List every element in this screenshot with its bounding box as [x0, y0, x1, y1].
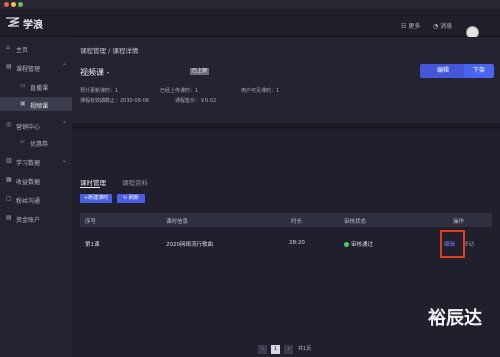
sidebar-item-funds-account[interactable]: ▤ 资金账户: [0, 211, 72, 225]
tab-course-materials[interactable]: 课程资料: [122, 177, 148, 187]
sidebar-item-label: 主页: [16, 47, 29, 54]
app-name: 学浪: [23, 20, 43, 31]
grid-icon: ☷: [401, 23, 407, 30]
sidebar-item-fans-chat[interactable]: ▢ 粉丝沟通: [0, 192, 72, 206]
uploaded-lessons: 已经上传课时：1: [160, 88, 199, 94]
chevron-up-icon: ⌃: [62, 63, 68, 70]
status-ok-icon: [344, 241, 349, 247]
sidebar-item-label: 资金账户: [16, 217, 41, 224]
tab-lesson-management[interactable]: 课时管理: [80, 177, 106, 187]
wallet-icon: ▤: [6, 214, 12, 221]
sidebar-item-label: 课程管理: [16, 66, 41, 73]
sidebar-item-video-course[interactable]: ▣ 视频课: [0, 97, 72, 111]
sidebar-item-live-course[interactable]: ▭ 直播课: [0, 79, 72, 93]
column-header: 操作: [453, 219, 465, 225]
chevron-up-icon: ⌃: [62, 121, 68, 128]
refresh-button[interactable]: ↻ 刷新: [117, 194, 145, 203]
course-price: 课程售价：￥0.02: [175, 98, 217, 104]
messages-menu[interactable]: ◔ 消息: [433, 21, 452, 30]
visible-lessons: 用户可见课时：1: [241, 88, 280, 94]
income-icon: ▦: [6, 176, 12, 183]
video-icon: ▭: [20, 82, 26, 89]
unpublish-button[interactable]: 下架: [464, 64, 494, 78]
chevron-down-icon: ⌄: [62, 157, 68, 164]
valid-until: 课程有效期截止：2030-06-06: [80, 98, 150, 104]
lesson-index: 第1课: [85, 242, 100, 248]
marketing-icon: ◎: [6, 121, 12, 128]
status-label: 审核通过: [351, 242, 374, 248]
window-minimize-button[interactable]: [11, 2, 16, 7]
breadcrumb: 课程管理 / 课程详情: [80, 47, 139, 55]
sidebar-item-label: 视频课: [30, 103, 49, 110]
messages-label: 消息: [440, 23, 453, 30]
page-number-current[interactable]: 1: [271, 345, 280, 354]
sidebar-item-label: 粉丝沟通: [16, 198, 41, 205]
course-info-card: 课程管理 / 课程详情 视频课 - 已上架 编辑 下架 预计更新课时：1 已经上…: [72, 37, 500, 123]
table-header: 序号 课时信息 时长 审核状态 操作: [80, 213, 492, 227]
logo-icon: [6, 17, 20, 27]
more-menu[interactable]: ☷ 更多: [401, 21, 420, 30]
table-row: 第1课 2020网络流行歌曲 28:20 审核通过 编辑 移动: [80, 229, 492, 259]
more-label: 更多: [408, 23, 421, 30]
lesson-duration: 28:20: [289, 240, 305, 246]
coupon-icon: ▱: [20, 138, 25, 145]
sidebar-item-label: 收益数据: [16, 179, 41, 186]
new-lesson-button[interactable]: +新建课时: [80, 194, 112, 203]
next-page-button[interactable]: ›: [284, 345, 293, 354]
sidebar-item-label: 直播课: [30, 85, 49, 92]
tab-active-indicator: [80, 187, 100, 188]
home-icon: ⌂: [6, 44, 10, 51]
sidebar-item-home[interactable]: ⌂ 主页: [0, 41, 72, 55]
total-pages: 共1页: [298, 346, 312, 352]
expected-lessons: 预计更新课时：1: [80, 88, 119, 94]
column-header: 审核状态: [344, 219, 367, 225]
sidebar-item-label: 学习数据: [16, 160, 41, 167]
bell-icon: ◔: [433, 23, 439, 30]
sidebar-item-course-management[interactable]: ▤ 课程管理 ⌃: [0, 60, 72, 74]
highlight-box: [440, 230, 465, 258]
column-header: 课时信息: [166, 219, 189, 225]
window-maximize-button[interactable]: [18, 2, 23, 7]
sidebar-item-label: 优惠券: [30, 141, 49, 148]
prev-page-button[interactable]: ‹: [258, 345, 267, 354]
watermark-text: 裕辰达: [428, 308, 482, 329]
sidebar-item-learning-data[interactable]: ▥ 学习数据 ⌄: [0, 154, 72, 168]
window-titlebar: [0, 0, 500, 9]
sidebar: ⌂ 主页 ▤ 课程管理 ⌃ ▭ 直播课 ▣ 视频课 ◎ 营销中心 ⌃ ▱ 优惠券…: [0, 37, 72, 357]
sidebar-item-income-data[interactable]: ▦ 收益数据: [0, 173, 72, 187]
status-badge: 已上架: [190, 68, 210, 75]
column-header: 序号: [85, 219, 97, 225]
sidebar-item-coupons[interactable]: ▱ 优惠券: [0, 135, 72, 149]
lesson-info: 2020网络流行歌曲: [166, 242, 213, 248]
window-close-button[interactable]: [4, 2, 9, 7]
page-title: 视频课 -: [80, 68, 110, 77]
play-box-icon: ▣: [20, 100, 26, 107]
chart-icon: ▥: [6, 157, 12, 164]
book-icon: ▤: [6, 63, 12, 70]
sidebar-item-label: 营销中心: [16, 124, 41, 131]
chat-icon: ▢: [6, 195, 12, 202]
sidebar-item-marketing-center[interactable]: ◎ 营销中心 ⌃: [0, 118, 72, 132]
column-header: 时长: [291, 219, 303, 225]
app-header: 学浪 ☷ 更多 ◔ 消息: [0, 9, 500, 39]
edit-course-button[interactable]: 编辑: [420, 64, 466, 78]
review-status: 审核通过: [344, 240, 373, 248]
